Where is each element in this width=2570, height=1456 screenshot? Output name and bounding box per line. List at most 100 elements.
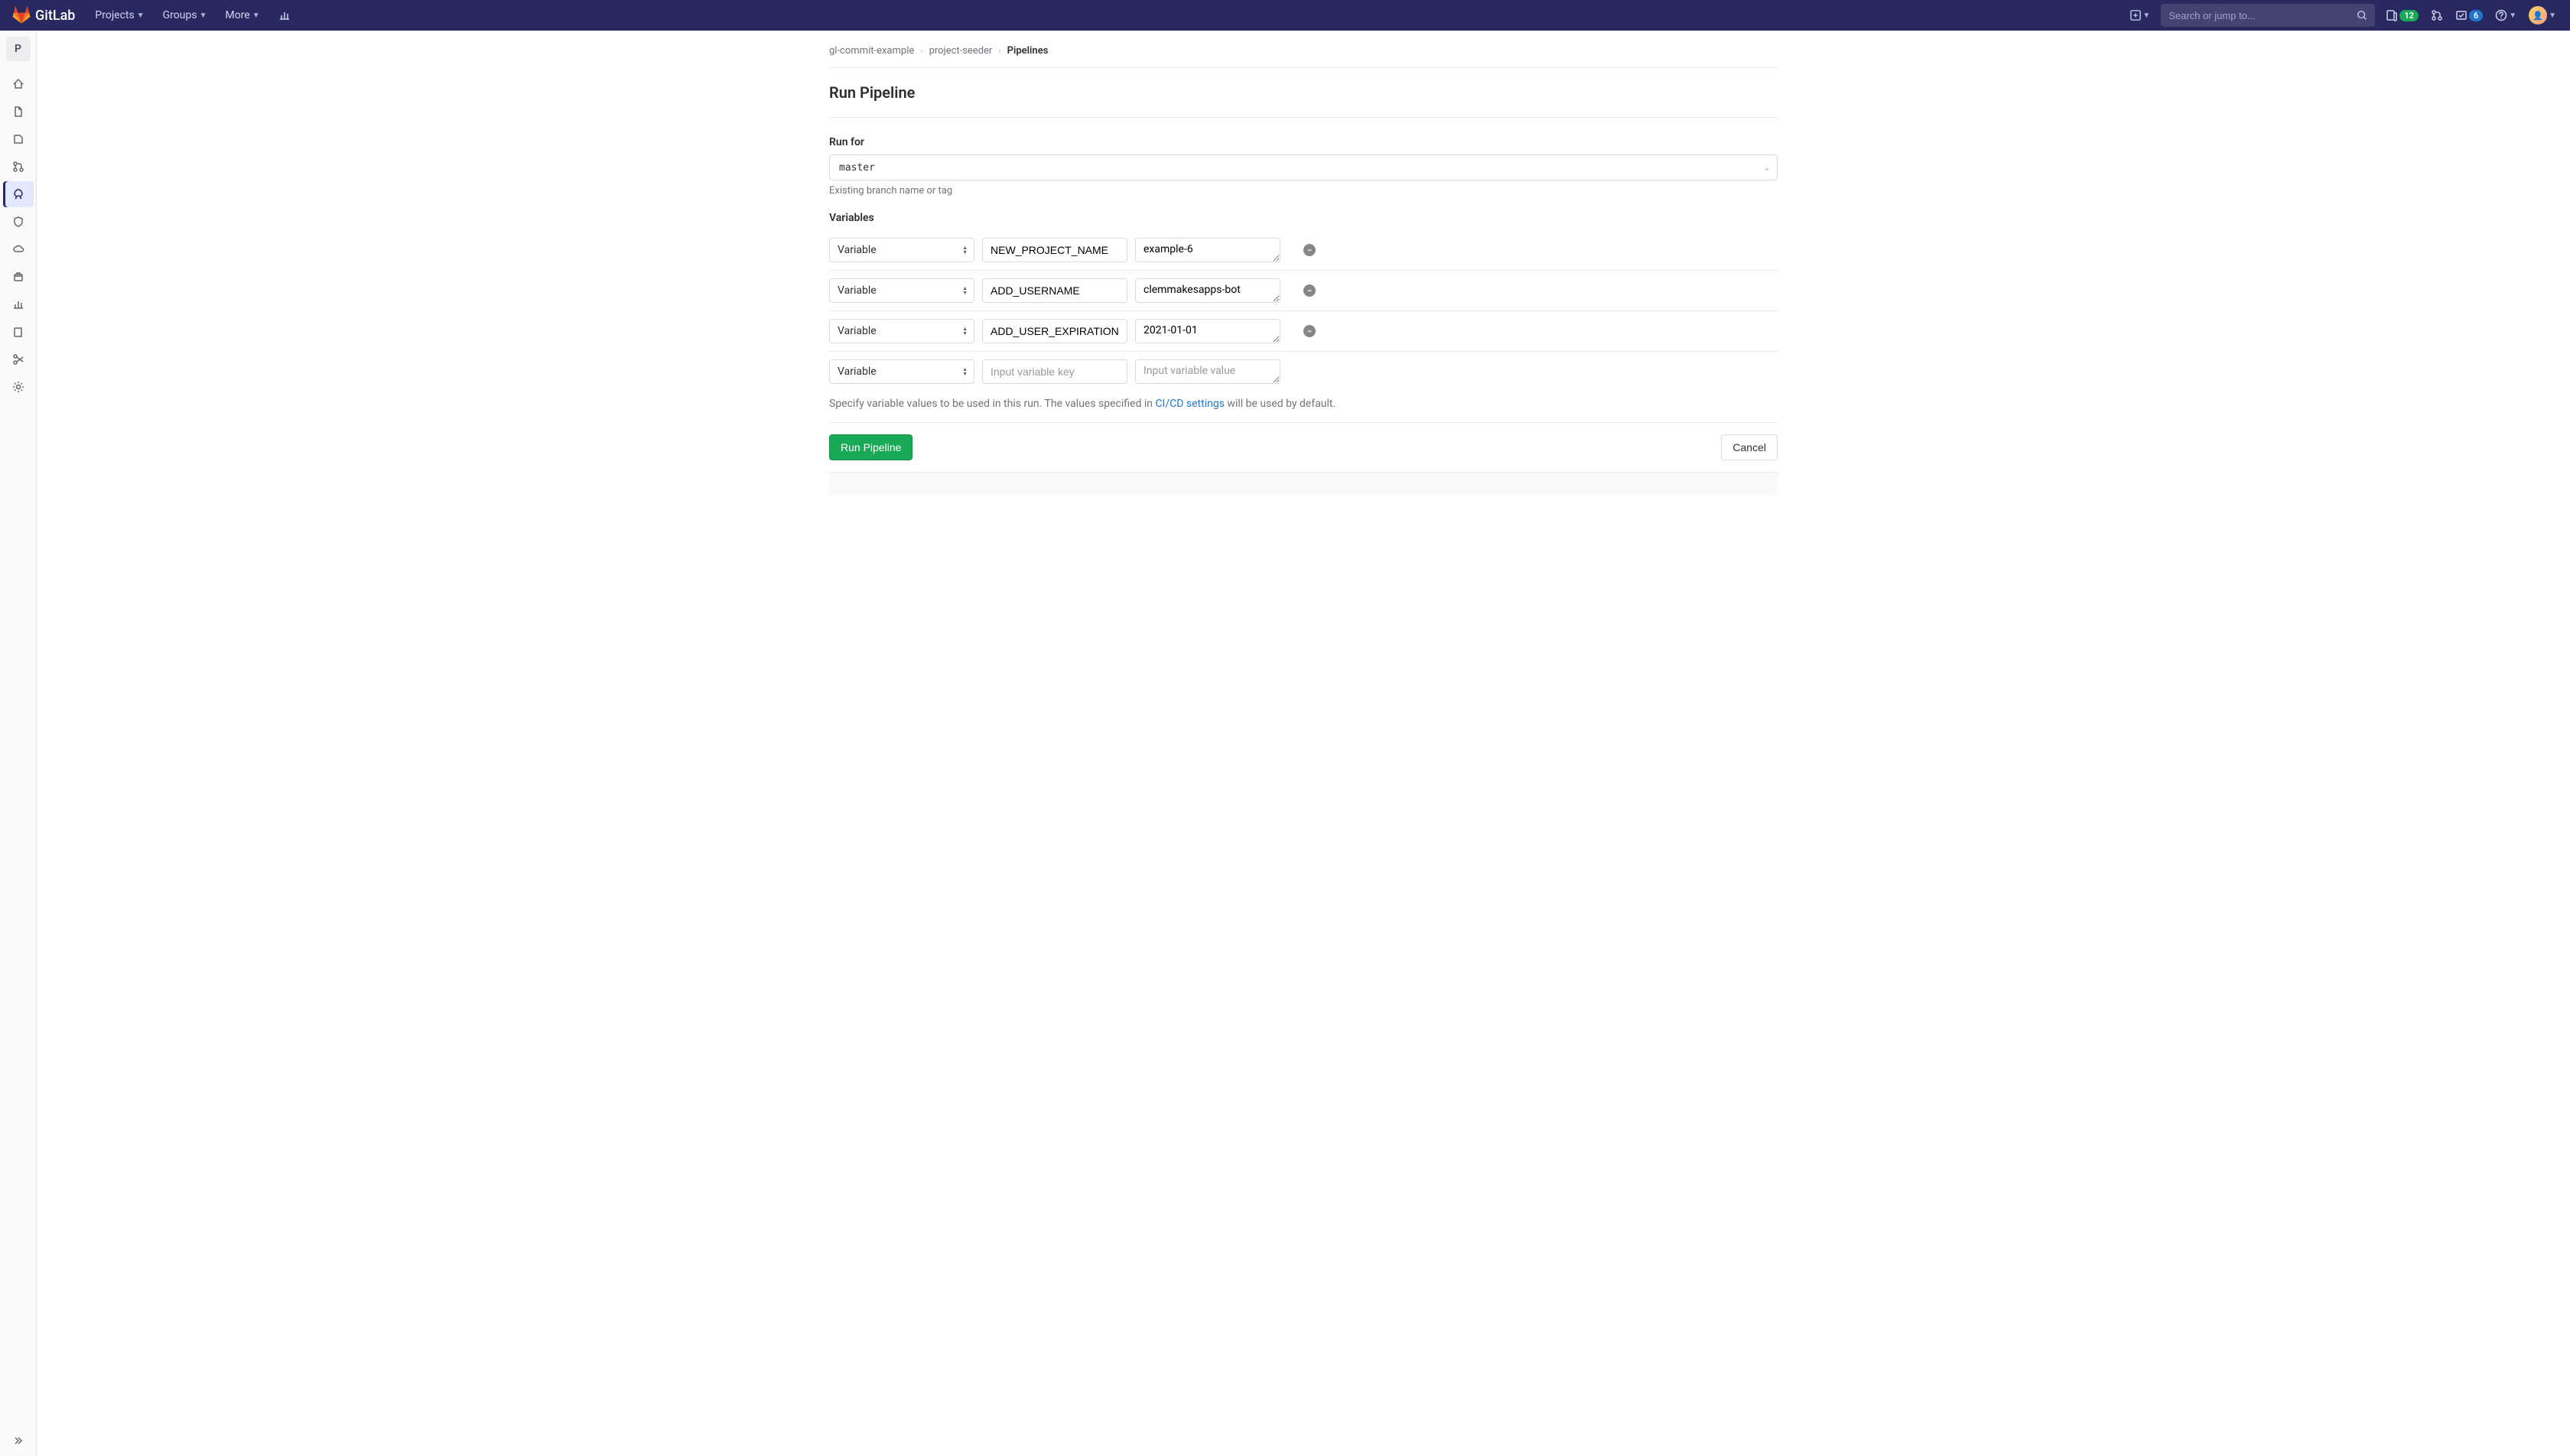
sidebar-item-wiki[interactable] <box>3 319 34 345</box>
brand-text: GitLab <box>35 8 75 24</box>
issues-icon <box>2386 9 2398 21</box>
nav-right: ▼ 12 6 ▼ 👤 ▼ <box>2129 4 2558 27</box>
todo-icon <box>2455 9 2468 21</box>
variable-value-input[interactable] <box>1135 238 1280 262</box>
sidebar-item-analytics[interactable] <box>3 291 34 317</box>
variable-row-empty: Variable ▲▼ <box>829 352 1778 392</box>
cicd-settings-link[interactable]: CI/CD settings <box>1155 398 1225 410</box>
variable-value-input[interactable] <box>1135 278 1280 303</box>
search-box[interactable] <box>2161 4 2375 27</box>
nav-groups[interactable]: Groups▼ <box>155 5 215 26</box>
sidebar-item-repository[interactable] <box>3 99 34 125</box>
top-navigation: GitLab Projects▼ Groups▼ More▼ ▼ 12 6 <box>0 0 2570 31</box>
help-icon <box>2495 9 2507 21</box>
form-actions: Run Pipeline Cancel <box>829 423 1778 472</box>
avatar: 👤 <box>2529 6 2547 24</box>
chevron-double-right-icon <box>12 1435 24 1447</box>
variable-key-input[interactable] <box>982 359 1127 384</box>
chevron-down-icon: ▼ <box>252 11 260 20</box>
variable-key-input[interactable] <box>982 319 1127 343</box>
chevron-down-icon: ▼ <box>2549 11 2556 20</box>
sidebar-item-packages[interactable] <box>3 264 34 290</box>
nav-more[interactable]: More▼ <box>217 5 267 26</box>
breadcrumb-current: Pipelines <box>1007 45 1049 57</box>
gitlab-tanuki-icon <box>12 6 31 24</box>
sidebar-item-snippets[interactable] <box>3 346 34 372</box>
merge-request-icon <box>12 161 24 173</box>
book-icon <box>12 326 24 338</box>
variable-key-input[interactable] <box>982 238 1127 262</box>
chevron-down-icon: ▼ <box>2142 11 2150 20</box>
variable-value-input[interactable] <box>1135 319 1280 343</box>
minus-icon: − <box>1307 327 1312 336</box>
run-pipeline-button[interactable]: Run Pipeline <box>829 434 913 460</box>
issues-badge: 12 <box>2399 10 2419 21</box>
issue-icon <box>12 133 24 145</box>
sidebar-item-operations[interactable] <box>3 236 34 262</box>
branch-select[interactable]: master ⌄ <box>829 154 1778 180</box>
variable-value-input[interactable] <box>1135 359 1280 384</box>
breadcrumb-group[interactable]: gl-commit-example <box>829 45 914 57</box>
branch-value: master <box>839 162 875 174</box>
variable-key-input[interactable] <box>982 278 1127 303</box>
package-icon <box>12 271 24 283</box>
remove-variable-button[interactable]: − <box>1303 284 1316 297</box>
sidebar-expand-button[interactable] <box>3 1425 34 1456</box>
sidebar-item-overview[interactable] <box>3 71 34 97</box>
main-content: gl-commit-example › project-seeder › Pip… <box>37 31 2570 1456</box>
search-icon <box>2357 10 2367 21</box>
variable-type-select[interactable]: Variable ▲▼ <box>829 319 974 343</box>
gitlab-logo[interactable]: GitLab <box>12 6 75 24</box>
sidebar-item-cicd[interactable] <box>3 181 34 207</box>
variable-row: Variable ▲▼ − <box>829 271 1778 311</box>
merge-requests-link[interactable] <box>2429 8 2445 23</box>
sidebar-item-settings[interactable] <box>3 374 34 400</box>
nav-analytics[interactable] <box>271 5 298 26</box>
sidebar-item-issues[interactable] <box>3 126 34 152</box>
shield-icon <box>12 216 24 228</box>
sidebar-item-merge-requests[interactable] <box>3 154 34 180</box>
footer-area <box>829 472 1778 495</box>
minus-icon: − <box>1307 286 1312 296</box>
todos-link[interactable]: 6 <box>2454 8 2484 23</box>
project-avatar[interactable]: P <box>6 37 31 61</box>
breadcrumb-project[interactable]: project-seeder <box>929 45 993 57</box>
remove-variable-button[interactable]: − <box>1303 244 1316 256</box>
chart-icon <box>12 298 24 310</box>
variable-row: Variable ▲▼ − <box>829 311 1778 352</box>
variable-type-select[interactable]: Variable ▲▼ <box>829 278 974 303</box>
file-icon <box>12 106 24 118</box>
select-arrows-icon: ▲▼ <box>962 367 968 376</box>
todos-badge: 6 <box>2469 10 2483 21</box>
breadcrumb: gl-commit-example › project-seeder › Pip… <box>829 42 1778 68</box>
chart-icon <box>278 9 291 21</box>
select-arrows-icon: ▲▼ <box>962 327 968 336</box>
home-icon <box>12 78 24 90</box>
chevron-right-icon: › <box>998 46 1000 56</box>
chevron-down-icon: ▼ <box>200 11 207 20</box>
gear-icon <box>12 381 24 393</box>
nav-projects[interactable]: Projects▼ <box>87 5 151 26</box>
variable-type-select[interactable]: Variable ▲▼ <box>829 238 974 262</box>
plus-square-icon <box>2130 10 2141 21</box>
remove-variable-button[interactable]: − <box>1303 325 1316 337</box>
chevron-down-icon: ⌄ <box>1765 164 1769 172</box>
chevron-down-icon: ▼ <box>2509 11 2516 20</box>
help-link[interactable]: ▼ <box>2494 8 2518 23</box>
sidebar-item-security[interactable] <box>3 209 34 235</box>
cancel-button[interactable]: Cancel <box>1721 434 1778 460</box>
select-arrows-icon: ▲▼ <box>962 286 968 295</box>
sidebar: P <box>0 31 37 1456</box>
chevron-right-icon: › <box>920 46 922 56</box>
select-arrows-icon: ▲▼ <box>962 245 968 255</box>
create-new-button[interactable]: ▼ <box>2129 8 2152 22</box>
merge-request-icon <box>2431 9 2443 21</box>
issues-link[interactable]: 12 <box>2384 8 2420 23</box>
chevron-down-icon: ▼ <box>137 11 145 20</box>
user-menu[interactable]: 👤 ▼ <box>2527 5 2558 26</box>
search-input[interactable] <box>2168 10 2357 21</box>
variable-type-select[interactable]: Variable ▲▼ <box>829 359 974 384</box>
help-text: Specify variable values to be used in th… <box>829 392 1778 423</box>
variable-row: Variable ▲▼ − <box>829 230 1778 271</box>
page-title: Run Pipeline <box>829 68 1778 118</box>
